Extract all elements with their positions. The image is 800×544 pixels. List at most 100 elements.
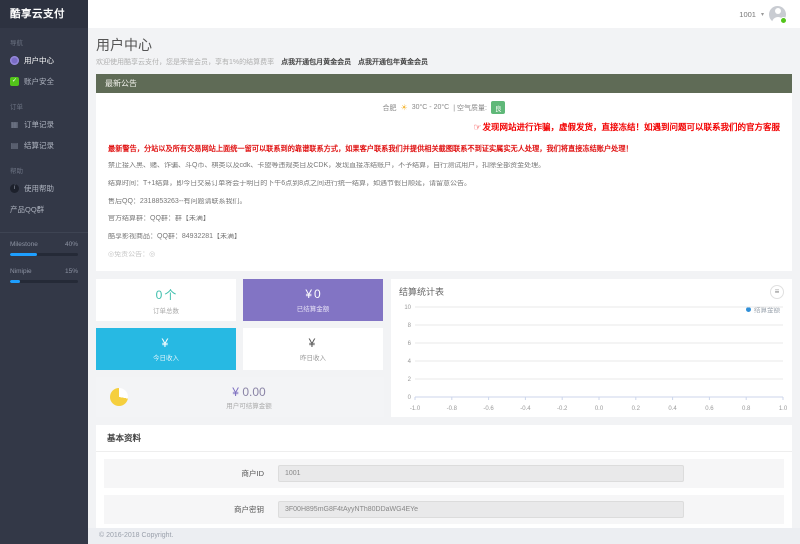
balance-value: 0.00: [242, 385, 265, 399]
up-arrow-unit: 个: [164, 286, 176, 303]
profile-card: 基本资料 商户ID 商户密钥 账号绑定 绑定支付宝账号--一键提现到本站: [96, 425, 792, 528]
svg-text:1.0: 1.0: [779, 406, 788, 412]
merchant-id-label: 商户ID: [104, 468, 278, 479]
settlement-chart-card: 结算统计表 ≡ 结算金额 0246810-1.0-0.8-0.6-0.4-0.2…: [391, 279, 792, 417]
sidebar-item-label: 产品QQ群: [10, 204, 44, 215]
stat-value: 0: [314, 287, 321, 301]
chevron-down-icon: ▾: [761, 11, 764, 18]
weather-temp: 30°C - 20°C: [412, 104, 450, 111]
settlement-chart-svg: 0246810-1.0-0.8-0.6-0.4-0.20.00.20.40.60…: [395, 301, 791, 413]
stat-label: 昨日收入: [300, 352, 326, 362]
svg-text:0.2: 0.2: [632, 406, 641, 412]
main-content: 用户中心 欢迎使用酷享云支付，您是荣誉会员，享有1%的结算费率 点我开通包月黄金…: [88, 28, 800, 528]
app-logo: 酷享云支付: [0, 0, 88, 28]
progress-percent: 40%: [65, 241, 78, 248]
balance-label: 用户可结算金额: [128, 400, 370, 410]
stat-card-order-count[interactable]: 0个 订单总数: [96, 279, 236, 321]
svg-text:0.8: 0.8: [742, 406, 751, 412]
announcement-line-video-group: 酷享影视商品：QQ群：84932281【未满】: [108, 233, 780, 242]
pointing-hand-icon: ☞: [473, 122, 481, 132]
air-quality-badge: 良: [491, 101, 506, 114]
stat-card-settled-amount[interactable]: ¥0 已结算金额: [243, 279, 383, 321]
topbar: 1001 ▾: [88, 0, 800, 28]
svg-text:0: 0: [408, 395, 412, 401]
stats-grid: 0个 订单总数 ¥0 已结算金额 ¥ 今日收入 ¥ 昨日收入 ¥ 0.00 用户…: [96, 279, 384, 417]
chart-context-menu-icon[interactable]: ≡: [770, 285, 784, 299]
svg-text:2: 2: [408, 377, 412, 383]
sidebar-item-label: 用户中心: [24, 55, 54, 66]
avatar[interactable]: [769, 6, 786, 23]
sidebar-section-nav: 导航: [0, 28, 88, 50]
announcement-line-official-group: 官方结算群：QQ群：群【未满】: [108, 215, 780, 224]
air-quality-label: | 空气质量:: [453, 103, 487, 113]
form-row-merchant-key: 商户密钥: [104, 495, 784, 524]
sidebar-section-orders: 订单: [0, 92, 88, 114]
svg-text:0.6: 0.6: [705, 406, 714, 412]
sun-icon: ☀: [401, 103, 408, 112]
sidebar-item-account-security[interactable]: ✓ 账户安全: [0, 71, 88, 92]
page-subtitle: 欢迎使用酷享云支付，您是荣誉会员，享有1%的结算费率 点我开通包月黄金会员 点我…: [96, 57, 792, 67]
sidebar-item-user-center[interactable]: 用户中心: [0, 50, 88, 71]
page-title: 用户中心: [96, 35, 792, 55]
stat-label: 今日收入: [153, 352, 179, 362]
profile-header: 基本资料: [96, 425, 792, 452]
footer-copyright: © 2016-2018 Copyright.: [88, 528, 800, 544]
open-monthly-vip-link[interactable]: 点我开通包月黄金会员: [281, 59, 351, 66]
sidebar-item-order-records[interactable]: ▦ 订单记录: [0, 114, 88, 135]
sidebar-section-help: 帮助: [0, 156, 88, 178]
chart-title: 结算统计表: [399, 285, 784, 298]
open-yearly-vip-link[interactable]: 点我开通包年黄金会员: [358, 59, 428, 66]
stat-label: 订单总数: [153, 305, 179, 315]
svg-text:0.0: 0.0: [595, 406, 604, 412]
announcement-line-rules: 禁止接入黑、赌、诈骗、斗Q币、棋类以及cdk、卡盟等违规类目及CDK，发现直接冻…: [108, 162, 780, 171]
user-icon: [10, 56, 19, 65]
info-icon: i: [10, 184, 19, 193]
merchant-key-field[interactable]: [278, 501, 684, 518]
announcement-header: 最新公告: [96, 74, 792, 93]
progress-track: [10, 280, 78, 283]
sidebar-item-label: 账户安全: [24, 76, 54, 87]
stat-card-yesterday-income[interactable]: ¥ 昨日收入: [243, 328, 383, 370]
yen-icon: ¥: [162, 336, 169, 350]
stat-label: 已结算金额: [297, 303, 330, 313]
shield-check-icon: ✓: [10, 77, 19, 86]
weather-bar: 合肥 ☀ 30°C - 20°C | 空气质量: 良: [108, 99, 780, 114]
pie-chart-icon: [110, 388, 128, 406]
sidebar-item-settlement-records[interactable]: ▤ 结算记录: [0, 135, 88, 156]
progress-label: Milestone: [10, 241, 38, 248]
progress-track: [10, 253, 78, 256]
fraud-alert: ☞发现网站进行诈骗，虚假发货，直接冻结！如遇到问题可以联系我们的官方客服: [108, 121, 780, 133]
sidebar: 酷享云支付 导航 用户中心 ✓ 账户安全 订单 ▦ 订单记录 ▤ 结算记录 帮助…: [0, 0, 88, 544]
welcome-text: 欢迎使用酷享云支付，您是荣誉会员，享有1%的结算费率: [96, 59, 274, 66]
yen-icon: ¥: [232, 385, 239, 399]
sidebar-item-usage-help[interactable]: i 使用帮助: [0, 178, 88, 199]
stat-card-today-income[interactable]: ¥ 今日收入: [96, 328, 236, 370]
announcement-line-support-qq: 售后QQ：2318853263--有问题请联系我们。: [108, 198, 780, 207]
svg-text:8: 8: [408, 323, 412, 329]
svg-text:6: 6: [408, 341, 412, 347]
sidebar-item-label: 结算记录: [24, 140, 54, 151]
sidebar-item-product-qq-group[interactable]: 产品QQ群: [0, 199, 88, 220]
svg-text:-1.0: -1.0: [410, 406, 421, 412]
svg-text:0.4: 0.4: [668, 406, 677, 412]
balance-strip: ¥ 0.00 用户可结算金额: [96, 377, 384, 417]
progress-fill: [10, 280, 20, 283]
form-row-merchant-id: 商户ID: [104, 459, 784, 488]
order-list-icon: ▦: [10, 120, 19, 129]
fraud-alert-text: 发现网站进行诈骗，虚假发货，直接冻结！如遇到问题可以联系我们的官方客服: [482, 122, 780, 132]
user-menu[interactable]: 1001 ▾: [739, 6, 786, 23]
progress-milestone: Milestone 40%: [10, 241, 78, 256]
merchant-id-field[interactable]: [278, 465, 684, 482]
svg-text:10: 10: [404, 305, 411, 311]
yen-icon: ¥: [309, 336, 316, 350]
sidebar-progress-group: Milestone 40% Nimipie 15%: [0, 233, 88, 283]
svg-text:-0.6: -0.6: [483, 406, 494, 412]
announcement-line-disclaimer: ◎免责公告：◎: [108, 251, 780, 260]
progress-fill: [10, 253, 37, 256]
announcement-line-settlement-time: 结算时间：T+1结算，即今日交易订单将会于明日的下午6点到8点之间进行统一结算，…: [108, 180, 780, 189]
progress-nimipie: Nimipie 15%: [10, 268, 78, 283]
progress-label: Nimipie: [10, 268, 32, 275]
sidebar-item-label: 使用帮助: [24, 183, 54, 194]
sidebar-nav: 导航 用户中心 ✓ 账户安全 订单 ▦ 订单记录 ▤ 结算记录 帮助 i 使用帮…: [0, 28, 88, 220]
svg-text:4: 4: [408, 359, 412, 365]
